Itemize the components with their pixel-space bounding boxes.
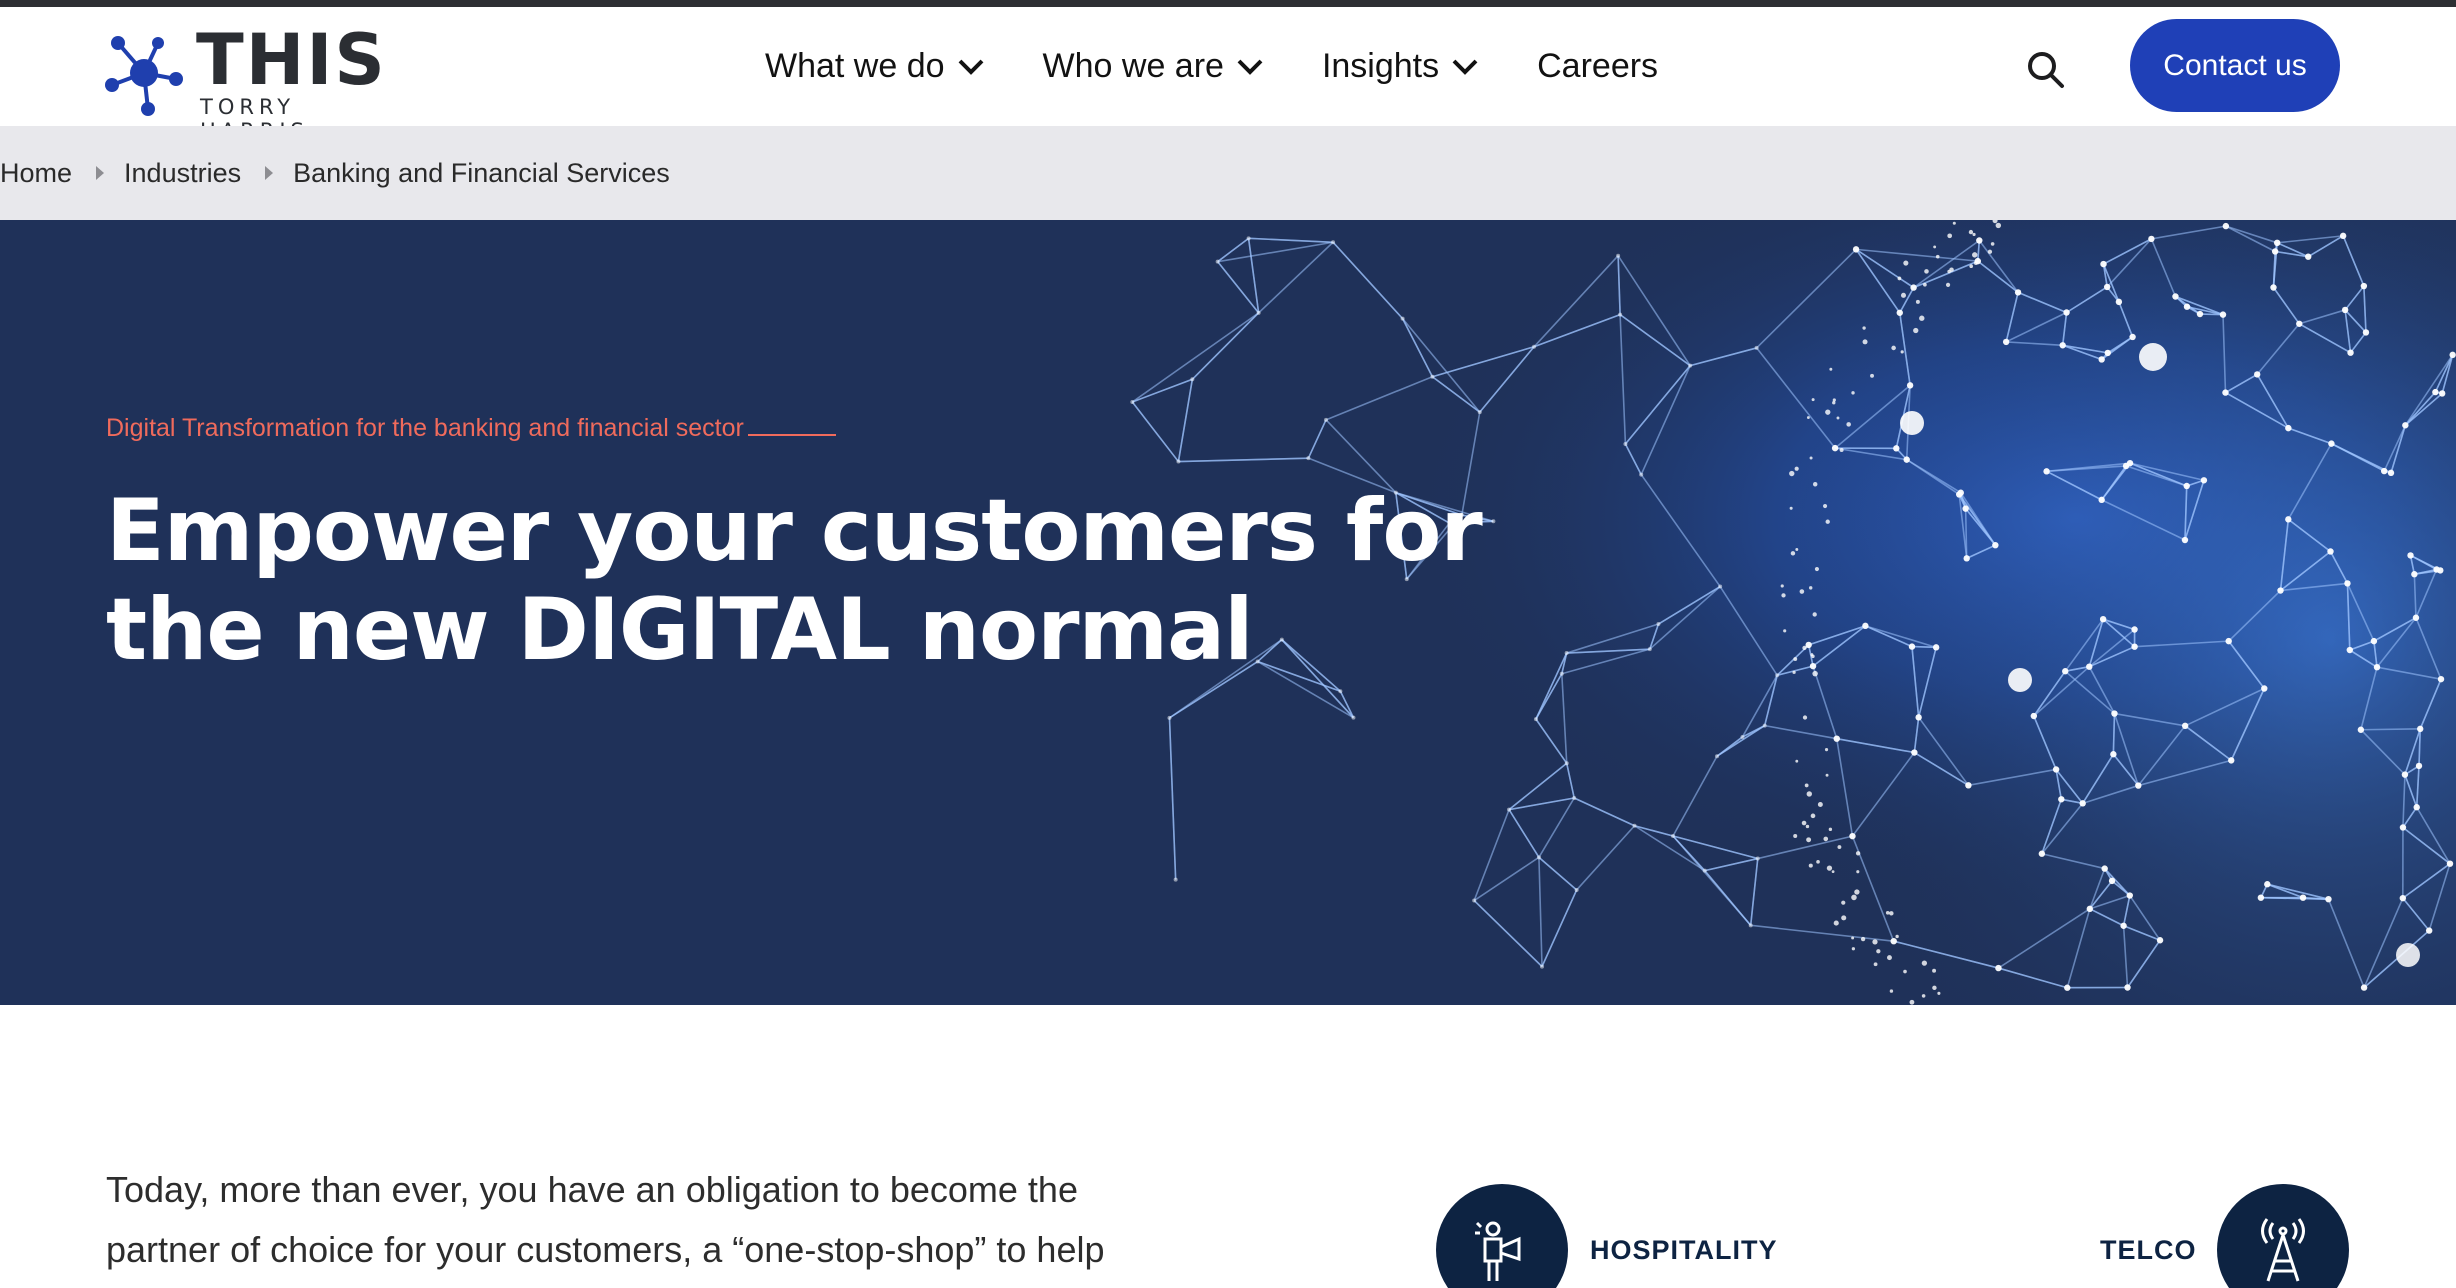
search-icon[interactable] [2026, 50, 2066, 90]
hero-title: Empower your customers for the new DIGIT… [106, 482, 1506, 680]
main-nav: What we do Who we are Insights Careers [765, 7, 1658, 126]
intro-text: Today, more than ever, you have an oblig… [106, 1160, 1206, 1280]
industry-hospitality-badge [1436, 1184, 1568, 1288]
nav-what-we-do[interactable]: What we do [765, 47, 985, 86]
hero-banner: Digital Transformation for the banking a… [0, 220, 2456, 1005]
breadcrumb-home[interactable]: Home [0, 158, 72, 189]
nav-who-we-are-label: Who we are [1042, 47, 1224, 85]
industry-telco-label: TELCO [2100, 1234, 2197, 1265]
chevron-down-icon [1452, 59, 1478, 75]
intro-line-2: partner of choice for your customers, a … [106, 1229, 1105, 1270]
nav-insights[interactable]: Insights [1322, 47, 1479, 86]
nav-insights-label: Insights [1321, 47, 1440, 85]
page: THIS TORRY HARRIS What we do Who we are … [0, 0, 2456, 1288]
kicker-underline [747, 434, 836, 437]
breadcrumb-separator-icon [265, 166, 274, 180]
industry-telco[interactable]: TELCO [2100, 1184, 2349, 1288]
logo[interactable]: THIS TORRY HARRIS [104, 19, 404, 143]
logo-text: THIS [196, 19, 387, 101]
chevron-down-icon [1237, 59, 1263, 75]
site-header: THIS TORRY HARRIS What we do Who we are … [0, 7, 2456, 143]
intro-line-1: Today, more than ever, you have an oblig… [106, 1169, 1078, 1210]
industry-hospitality-label: HOSPITALITY [1590, 1234, 1778, 1265]
industry-telco-badge [2216, 1184, 2349, 1288]
hero-kicker-text: Digital Transformation for the banking a… [106, 414, 744, 442]
nav-careers-label: Careers [1537, 47, 1659, 85]
nav-who-we-are[interactable]: Who we are [1043, 47, 1264, 86]
hero-title-line-1: Empower your customers for [106, 481, 1483, 581]
top-strip [0, 0, 2456, 7]
contact-us-button[interactable]: Contact us [2130, 19, 2340, 112]
hero-kicker: Digital Transformation for the banking a… [106, 414, 836, 443]
telco-tower-icon [2260, 1218, 2305, 1282]
breadcrumb: Home Industries Banking and Financial Se… [0, 126, 2456, 220]
hero-title-line-2: the new DIGITAL normal [106, 580, 1254, 680]
nav-careers[interactable]: Careers [1537, 47, 1658, 86]
nav-what-we-do-label: What we do [765, 47, 945, 85]
industry-hospitality[interactable]: HOSPITALITY [1436, 1184, 1778, 1288]
chevron-down-icon [958, 59, 983, 75]
breadcrumb-separator-icon [96, 166, 105, 180]
hospitality-icon [1475, 1221, 1521, 1281]
breadcrumb-current: Banking and Financial Services [293, 157, 670, 188]
breadcrumb-industries[interactable]: Industries [124, 158, 241, 189]
logo-molecule-icon [105, 36, 183, 116]
